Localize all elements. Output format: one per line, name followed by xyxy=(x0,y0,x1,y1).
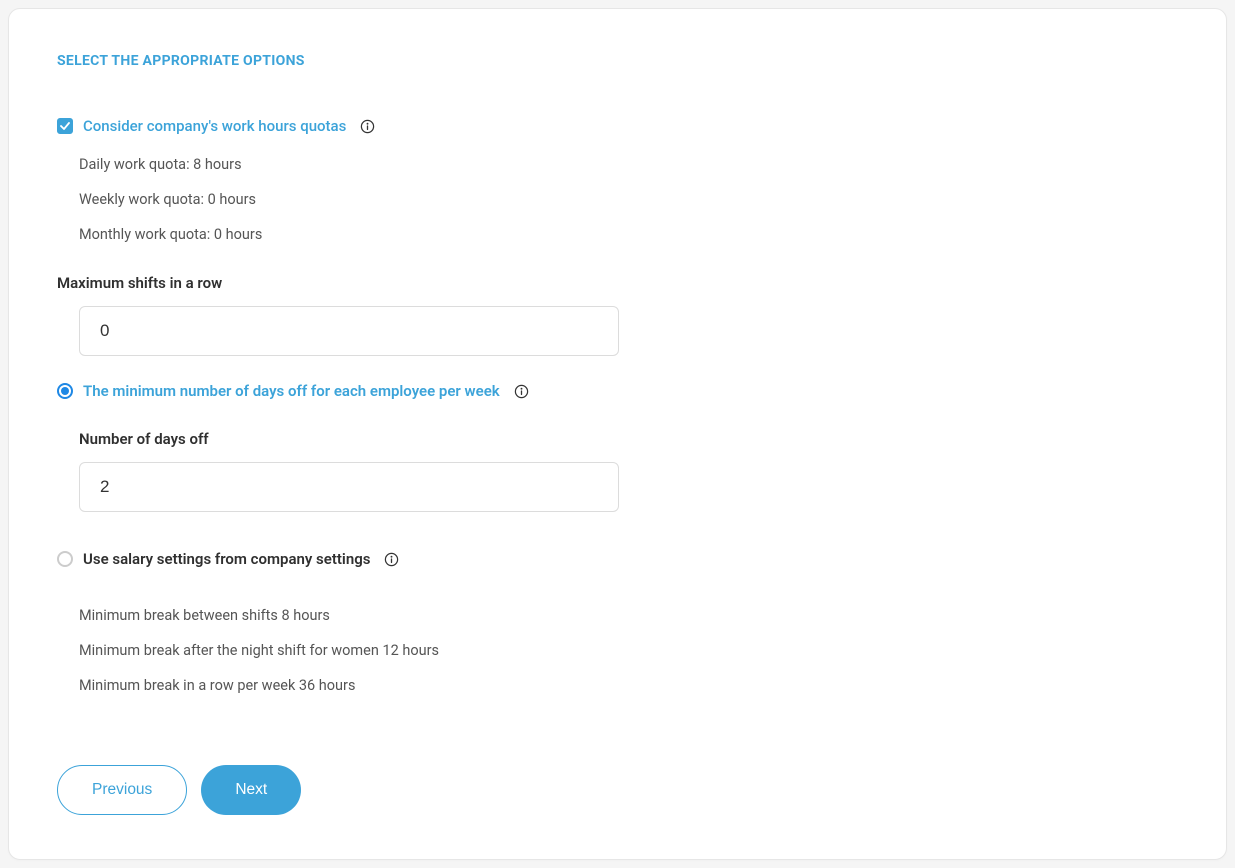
salary-list: Minimum break between shifts 8 hours Min… xyxy=(79,598,1178,703)
max-shifts-block: Maximum shifts in a row xyxy=(57,274,1178,356)
info-icon[interactable] xyxy=(384,552,399,567)
max-shifts-label: Maximum shifts in a row xyxy=(57,274,1178,292)
days-off-sublabel: Number of days off xyxy=(79,430,1178,448)
next-button[interactable]: Next xyxy=(201,765,301,815)
option-days-off[interactable]: The minimum number of days off for each … xyxy=(57,382,1178,400)
days-off-input[interactable] xyxy=(79,462,619,512)
salary-row: Minimum break between shifts 8 hours xyxy=(79,598,1178,633)
quota-row: Monthly work quota: 0 hours xyxy=(79,217,1178,252)
radio-salary[interactable] xyxy=(57,551,73,567)
max-shifts-input[interactable] xyxy=(79,306,619,356)
option-days-off-label: The minimum number of days off for each … xyxy=(83,382,500,400)
option-quotas[interactable]: Consider company's work hours quotas xyxy=(57,117,1178,135)
option-salary-label: Use salary settings from company setting… xyxy=(83,550,370,568)
settings-card: SELECT THE APPROPRIATE OPTIONS Consider … xyxy=(8,8,1227,860)
quota-row: Daily work quota: 8 hours xyxy=(79,147,1178,182)
radio-days-off[interactable] xyxy=(57,383,73,399)
salary-row: Minimum break in a row per week 36 hours xyxy=(79,668,1178,703)
option-salary[interactable]: Use salary settings from company setting… xyxy=(57,550,1178,568)
salary-row: Minimum break after the night shift for … xyxy=(79,633,1178,668)
previous-button[interactable]: Previous xyxy=(57,765,187,815)
info-icon[interactable] xyxy=(360,119,375,134)
option-quotas-label: Consider company's work hours quotas xyxy=(83,117,346,135)
days-off-block: Number of days off xyxy=(79,430,1178,512)
info-icon[interactable] xyxy=(514,384,529,399)
quotas-list: Daily work quota: 8 hours Weekly work qu… xyxy=(79,147,1178,252)
checkbox-quotas[interactable] xyxy=(57,118,73,134)
quota-row: Weekly work quota: 0 hours xyxy=(79,182,1178,217)
button-row: Previous Next xyxy=(57,725,1178,815)
section-title: SELECT THE APPROPRIATE OPTIONS xyxy=(57,53,1178,69)
